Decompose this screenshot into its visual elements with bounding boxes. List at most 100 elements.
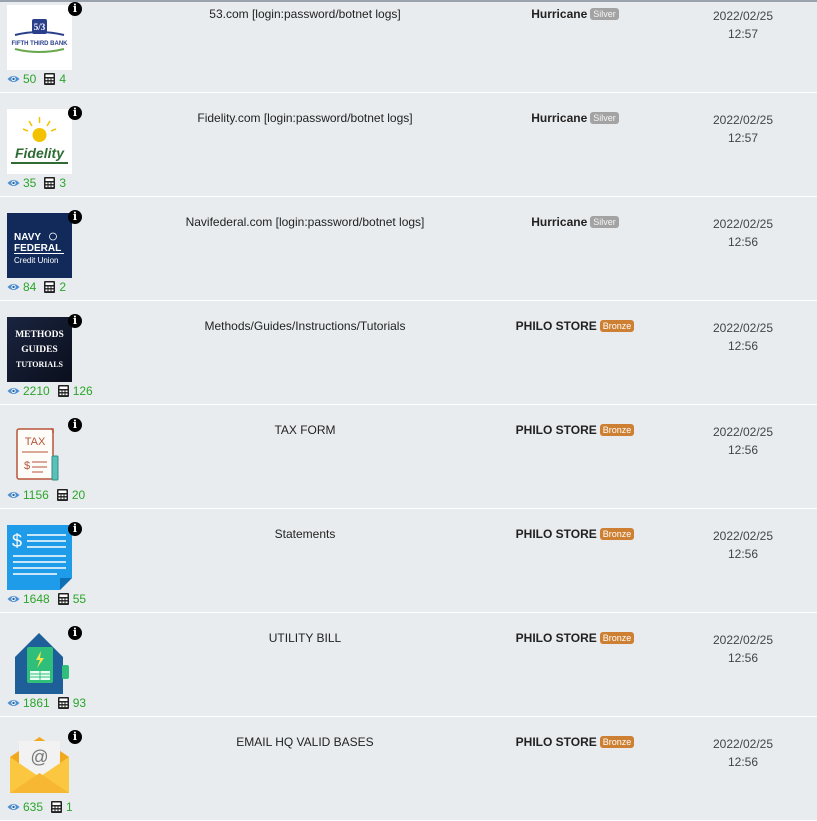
item-date: 2022/02/25 xyxy=(712,633,774,647)
svg-text:TUTORIALS: TUTORIALS xyxy=(16,360,64,369)
eye-icon xyxy=(7,76,20,82)
item-time: 12:57 xyxy=(727,131,759,145)
seller-name[interactable]: Hurricane Silver xyxy=(470,111,680,125)
list-item[interactable]: 5/3 FIFTH THIRD BANK i 50 4 53.com [logi… xyxy=(0,0,817,93)
svg-text:Credit Union: Credit Union xyxy=(14,256,58,265)
info-icon[interactable]: i xyxy=(68,626,82,640)
item-time: 12:56 xyxy=(727,235,759,249)
view-count: 1861 xyxy=(23,696,50,710)
info-icon[interactable]: i xyxy=(68,522,82,536)
item-date: 2022/02/25 xyxy=(712,321,774,335)
item-time: 12:56 xyxy=(727,651,759,665)
sales-count: 3 xyxy=(59,176,67,190)
svg-text:@: @ xyxy=(30,747,48,767)
item-title[interactable]: 53.com [login:password/botnet logs] xyxy=(110,7,500,21)
sales-count: 1 xyxy=(66,800,73,814)
info-icon[interactable]: i xyxy=(68,730,82,744)
item-timestamp: 2022/02/25 12:56 xyxy=(698,319,788,355)
item-stats: 2210 126 xyxy=(7,384,93,398)
svg-text:$: $ xyxy=(12,531,22,551)
seller-label: PHILO STORE xyxy=(515,631,597,645)
calculator-icon xyxy=(44,73,56,85)
item-timestamp: 2022/02/25 12:56 xyxy=(698,631,788,667)
seller-rank-badge: Bronze xyxy=(599,424,635,436)
item-title[interactable]: TAX FORM xyxy=(110,423,500,437)
list-item[interactable]: METHODS GUIDES TUTORIALS i 2210 126 Meth… xyxy=(0,301,817,405)
calculator-icon xyxy=(44,281,56,293)
list-item[interactable]: NAVY FEDERAL Credit Union i 84 2 Navifed… xyxy=(0,197,817,301)
seller-label: Hurricane xyxy=(531,7,588,21)
list-item[interactable]: $ i 1648 55 Statements PHILO STORE Bronze… xyxy=(0,509,817,613)
eye-icon xyxy=(7,596,20,602)
list-item[interactable]: Fidelity i 35 3 Fidelity.com [login:pass… xyxy=(0,93,817,197)
calculator-icon xyxy=(44,177,56,189)
svg-text:Fidelity: Fidelity xyxy=(15,145,65,161)
view-count: 84 xyxy=(23,280,37,294)
fidelity-logo[interactable]: Fidelity xyxy=(7,109,72,174)
svg-text:FIFTH THIRD BANK: FIFTH THIRD BANK xyxy=(12,41,69,47)
seller-name[interactable]: PHILO STORE Bronze xyxy=(470,735,680,749)
seller-name[interactable]: PHILO STORE Bronze xyxy=(470,423,680,437)
item-timestamp: 2022/02/25 12:56 xyxy=(698,735,788,771)
seller-name[interactable]: PHILO STORE Bronze xyxy=(470,319,680,333)
statement-document-icon[interactable]: $ xyxy=(7,525,72,590)
seller-rank-badge: Silver xyxy=(590,216,619,228)
view-count: 50 xyxy=(23,72,37,86)
utility-bill-house-icon[interactable] xyxy=(7,629,72,694)
info-icon[interactable]: i xyxy=(68,418,82,432)
item-timestamp: 2022/02/25 12:57 xyxy=(698,111,788,147)
svg-text:5/3: 5/3 xyxy=(34,22,46,32)
list-item[interactable]: i 1861 93 UTILITY BILL PHILO STORE Bronze… xyxy=(0,613,817,717)
seller-name[interactable]: Hurricane Silver xyxy=(470,215,680,229)
item-title[interactable]: Navifederal.com [login:password/botnet l… xyxy=(110,215,500,229)
item-date: 2022/02/25 xyxy=(712,113,774,127)
item-date: 2022/02/25 xyxy=(712,425,774,439)
svg-text:FEDERAL: FEDERAL xyxy=(14,243,61,254)
svg-text:GUIDES: GUIDES xyxy=(21,345,57,355)
seller-name[interactable]: PHILO STORE Bronze xyxy=(470,527,680,541)
calculator-icon xyxy=(51,801,63,813)
sales-count: 126 xyxy=(72,384,93,398)
view-count: 635 xyxy=(23,800,44,814)
item-title[interactable]: Statements xyxy=(110,527,500,541)
item-date: 2022/02/25 xyxy=(712,217,774,231)
info-icon[interactable]: i xyxy=(68,314,82,328)
info-icon[interactable]: i xyxy=(68,106,82,120)
list-item[interactable]: @ i 635 1 EMAIL HQ VALID BASES PHILO STO… xyxy=(0,717,817,821)
sales-count: 2 xyxy=(59,280,67,294)
sales-count: 55 xyxy=(72,592,87,606)
tax-document-icon[interactable]: TAX $ xyxy=(7,421,72,486)
seller-label: Hurricane xyxy=(531,111,588,125)
navy-federal-logo[interactable]: NAVY FEDERAL Credit Union xyxy=(7,213,72,278)
item-stats: 1156 20 xyxy=(7,488,85,502)
seller-name[interactable]: Hurricane Silver xyxy=(470,7,680,21)
item-time: 12:56 xyxy=(727,755,759,769)
email-envelope-icon[interactable]: @ xyxy=(7,733,72,798)
seller-rank-badge: Bronze xyxy=(599,736,635,748)
info-icon[interactable]: i xyxy=(68,2,82,16)
view-count: 1156 xyxy=(23,488,49,502)
sales-count: 4 xyxy=(59,72,67,86)
view-count: 2210 xyxy=(23,384,50,398)
seller-name[interactable]: PHILO STORE Bronze xyxy=(470,631,680,645)
eye-icon xyxy=(7,492,20,498)
item-title[interactable]: Fidelity.com [login:password/botnet logs… xyxy=(110,111,500,125)
methods-guides-image[interactable]: METHODS GUIDES TUTORIALS xyxy=(7,317,72,382)
calculator-icon xyxy=(57,385,69,397)
sales-count: 20 xyxy=(71,488,86,502)
item-timestamp: 2022/02/25 12:56 xyxy=(698,215,788,251)
seller-rank-badge: Silver xyxy=(590,112,619,124)
item-title[interactable]: Methods/Guides/Instructions/Tutorials xyxy=(110,319,500,333)
list-item[interactable]: TAX $ i 1156 20 TAX FORM PHILO STORE Bron… xyxy=(0,405,817,509)
item-time: 12:56 xyxy=(727,547,759,561)
item-title[interactable]: EMAIL HQ VALID BASES xyxy=(110,735,500,749)
seller-label: Hurricane xyxy=(531,215,588,229)
fifth-third-logo[interactable]: 5/3 FIFTH THIRD BANK xyxy=(7,5,72,70)
item-title[interactable]: UTILITY BILL xyxy=(110,631,500,645)
item-timestamp: 2022/02/25 12:57 xyxy=(698,7,788,43)
seller-label: PHILO STORE xyxy=(515,527,597,541)
info-icon[interactable]: i xyxy=(68,210,82,224)
item-stats: 635 1 xyxy=(7,800,73,814)
item-time: 12:56 xyxy=(727,443,759,457)
calculator-icon xyxy=(57,593,69,605)
